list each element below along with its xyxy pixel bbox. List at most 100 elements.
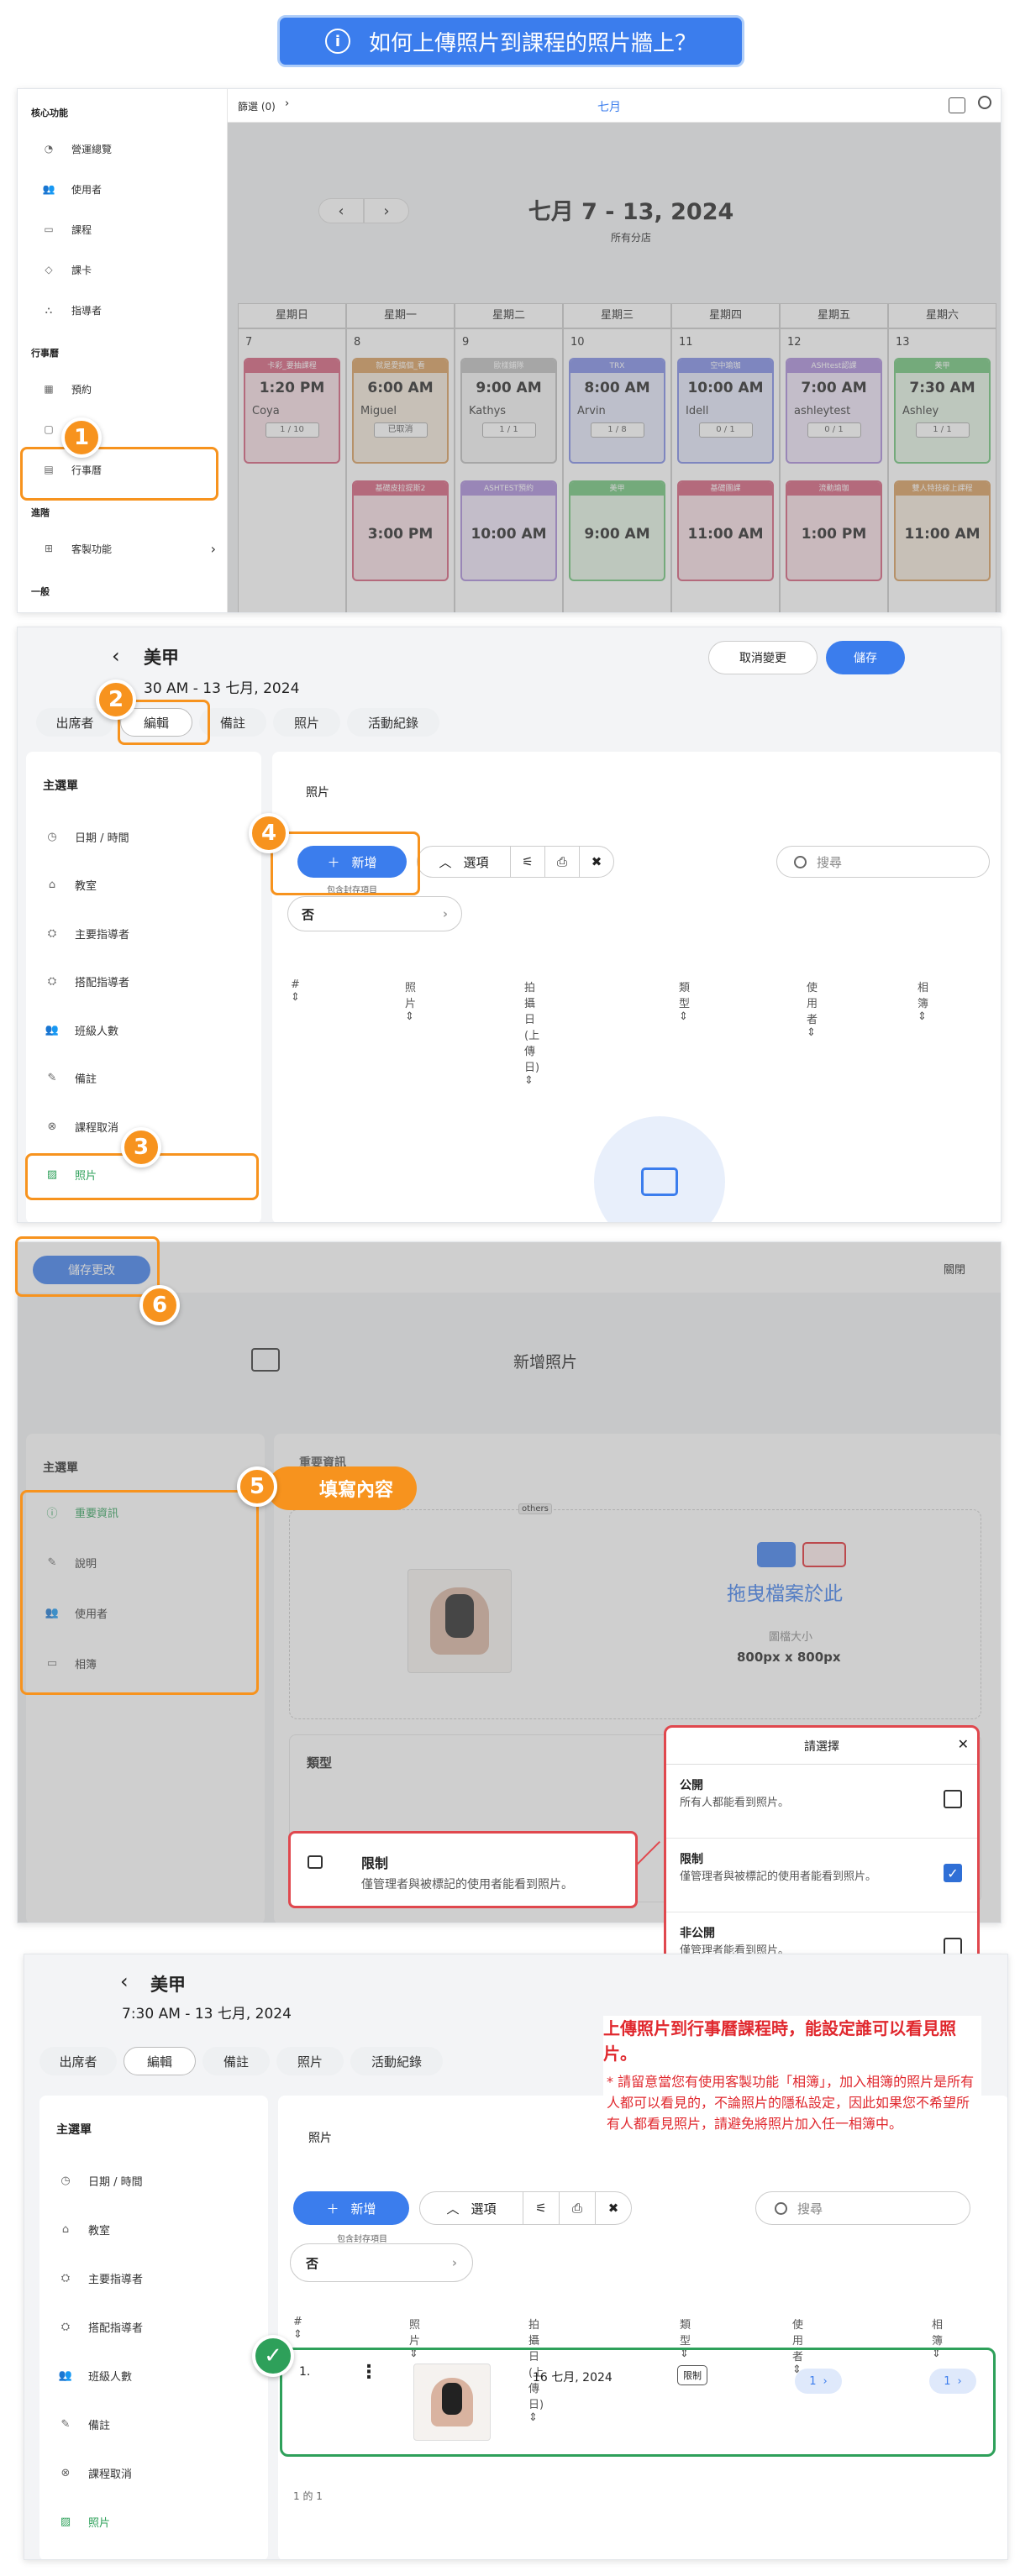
excel-icon[interactable]: ✖ [595, 2191, 632, 2225]
options-button[interactable]: ︿ 選項 [419, 2191, 523, 2225]
tab-1[interactable]: 編輯 [124, 2047, 196, 2075]
sliders-icon[interactable]: ⚟ [510, 846, 545, 878]
users-count-pill[interactable]: 1 › [795, 2369, 842, 2394]
menu-item-5[interactable]: ✎ 備註 [43, 1064, 244, 1093]
calendar-icon[interactable] [949, 97, 965, 113]
column-header[interactable]: # ⇕ [291, 978, 300, 1004]
excel-icon[interactable]: ✖ [579, 846, 614, 878]
class-title: 美甲 [150, 1975, 186, 1995]
menu-item-1[interactable]: ⌂ 教室 [43, 871, 244, 900]
calendar-event[interactable]: TRX 8:00 AM Arvin 1 / 8 [569, 358, 665, 464]
add-photo-button[interactable]: ＋新增 [297, 846, 407, 878]
menu-item-2[interactable]: ⛭ 主要指導者 [43, 919, 244, 947]
menu-item-4[interactable]: 👥 班級人數 [56, 2361, 258, 2390]
prev-week-button[interactable]: ‹ [318, 198, 364, 223]
tab-2[interactable]: 備註 [199, 708, 266, 737]
tab-4[interactable]: 活動紀錄 [347, 708, 439, 737]
column-header[interactable]: 照片 ⇕ [405, 978, 416, 1023]
folder-icon[interactable] [757, 1542, 796, 1567]
month-label[interactable]: 七月 [597, 98, 621, 115]
search-input[interactable]: 搜尋 [776, 846, 990, 878]
menu-item-0[interactable]: ◷ 日期 / 時間 [43, 822, 244, 851]
sidebar-item-2-0[interactable]: ⊞ 客製功能 › [39, 539, 216, 558]
next-week-button[interactable]: › [364, 198, 409, 223]
menu-item-2[interactable]: 👥 使用者 [43, 1598, 244, 1627]
sidebar-item-label: 行事曆 [71, 464, 103, 476]
include-archived-select[interactable]: 否 › [290, 2243, 473, 2282]
cancel-changes-button[interactable]: 取消變更 [708, 641, 818, 674]
menu-item-0[interactable]: ◷ 日期 / 時間 [56, 2166, 258, 2195]
option-checkbox[interactable]: ✓ [944, 1864, 962, 1882]
menu-item-7[interactable]: ▨ 照片 [56, 2507, 258, 2536]
close-icon[interactable]: ✕ [958, 1736, 969, 1752]
dropdown-option[interactable]: 公開 所有人都能看到照片。 [666, 1765, 977, 1839]
back-chevron-icon[interactable]: ‹ [112, 644, 120, 668]
menu-item-3[interactable]: ⛭ 搭配指導者 [56, 2312, 258, 2341]
sidebar-item-0-4[interactable]: ⛬ 指導者 [39, 301, 216, 319]
calendar-event[interactable]: 卡彩_要抽課程 1:20 PM Coya 1 / 10 [244, 358, 340, 464]
sidebar-item-1-2[interactable]: ▤ 行事曆 [39, 460, 216, 479]
filter-button[interactable]: 篩選 (0) [238, 99, 276, 113]
menu-item-2[interactable]: ⛭ 主要指導者 [56, 2264, 258, 2292]
save-button[interactable]: 儲存 [826, 641, 905, 674]
event-tag: 基礎皮拉提斯2 [354, 482, 447, 496]
menu-item-4[interactable]: 👥 班級人數 [43, 1015, 244, 1044]
tab-3[interactable]: 照片 [276, 2047, 344, 2075]
sidebar-item-0-3[interactable]: ◇ 課卡 [39, 260, 216, 279]
include-archived-select[interactable]: 否 › [287, 896, 462, 931]
sliders-icon[interactable]: ⚟ [523, 2191, 560, 2225]
weekday-header: 星期四 [671, 303, 780, 328]
album-count-pill[interactable]: 1 › [929, 2369, 976, 2394]
pagination-label: 1 的 1 [293, 2490, 323, 2502]
photo-dropzone[interactable]: others 拖曳檔案於此 圖檔大小 800px x 800px [289, 1503, 981, 1719]
type-select[interactable]: 限制 僅管理者與被標記的使用者能看到照片。 [288, 1831, 638, 1908]
calendar-event[interactable]: 美甲 9:00 AM [569, 480, 665, 581]
column-header[interactable]: 拍攝日 (上傳日) ⇕ [524, 978, 539, 1087]
menu-item-3[interactable]: ▭ 相簿 [43, 1649, 244, 1677]
search-input[interactable]: 搜尋 [755, 2191, 970, 2225]
calendar-event[interactable]: ASHtest認課 7:00 AM ashleytest 0 / 1 [786, 358, 882, 464]
tab-0[interactable]: 出席者 [39, 2047, 117, 2075]
search-icon[interactable] [978, 96, 991, 109]
column-header[interactable]: 使用者 ⇕ [807, 978, 818, 1039]
sidebar-item-0-0[interactable]: ◔ 營運總覽 [39, 139, 216, 158]
row-menu-icon[interactable]: ⋮ [360, 2362, 378, 2383]
menu-item-1[interactable]: ⌂ 教室 [56, 2215, 258, 2243]
sidebar-item-0-1[interactable]: 👥 使用者 [39, 180, 216, 198]
save-changes-button[interactable]: 儲存更改 [33, 1256, 150, 1284]
column-header[interactable]: 類型 ⇕ [679, 978, 690, 1023]
calendar-event[interactable]: 流動瑜珈 1:00 PM [786, 480, 882, 581]
menu-item-5[interactable]: ✎ 備註 [56, 2410, 258, 2438]
tab-2[interactable]: 備註 [202, 2047, 270, 2075]
column-header[interactable]: # ⇕ [293, 2316, 302, 2341]
calendar-event[interactable]: 美甲 7:30 AM Ashley 1 / 1 [894, 358, 991, 464]
print-icon[interactable]: ⎙ [544, 846, 580, 878]
column-header[interactable]: 相簿 ⇕ [917, 978, 928, 1023]
add-photo-button[interactable]: ＋新增 [293, 2191, 409, 2225]
calendar-event[interactable]: 空中瑜珈 10:00 AM Idell 0 / 1 [677, 358, 774, 464]
dropdown-option[interactable]: 限制 僅管理者與被標記的使用者能看到照片。 ✓ [666, 1839, 977, 1912]
calendar-event[interactable]: 歐樣鋪隊 9:00 AM Kathys 1 / 1 [460, 358, 557, 464]
calendar-event[interactable]: 基礎團課 11:00 AM [677, 480, 774, 581]
calendar-event[interactable]: ASHTEST預約 10:00 AM [460, 480, 557, 581]
option-checkbox[interactable] [944, 1790, 962, 1808]
step-badge-4: 4 [249, 813, 289, 853]
trash-icon[interactable] [802, 1542, 846, 1567]
back-chevron-icon[interactable]: ‹ [120, 1970, 129, 1993]
calendar-event[interactable]: 雙人特技線上課程 11:00 AM [894, 480, 991, 581]
menu-item-6[interactable]: ⊗ 課程取消 [56, 2458, 258, 2487]
users-icon: 👥 [45, 1023, 60, 1036]
sidebar-item-0-2[interactable]: ▭ 課程 [39, 220, 216, 239]
close-button[interactable]: 關閉 [944, 1261, 965, 1277]
calendar-event[interactable]: 就是愛搞個_看 6:00 AM Miguel 已取消 [352, 358, 449, 464]
options-button[interactable]: ︿ 選項 [417, 846, 511, 878]
calendar-event[interactable]: 基礎皮拉提斯2 3:00 PM [352, 480, 449, 581]
tab-4[interactable]: 活動紀錄 [350, 2047, 443, 2075]
table-row[interactable]: 1. ⋮ 16 七月, 2024 限制 1 › 1 › [280, 2348, 996, 2457]
menu-item-1[interactable]: ✎ 說明 [43, 1548, 244, 1577]
print-icon[interactable]: ⎙ [559, 2191, 596, 2225]
menu-item-3[interactable]: ⛭ 搭配指導者 [43, 968, 244, 996]
tab-3[interactable]: 照片 [273, 708, 340, 737]
sidebar-item-1-0[interactable]: ▦ 預約 [39, 380, 216, 398]
menu-item-0[interactable]: ⓘ 重要資訊 [43, 1498, 244, 1526]
